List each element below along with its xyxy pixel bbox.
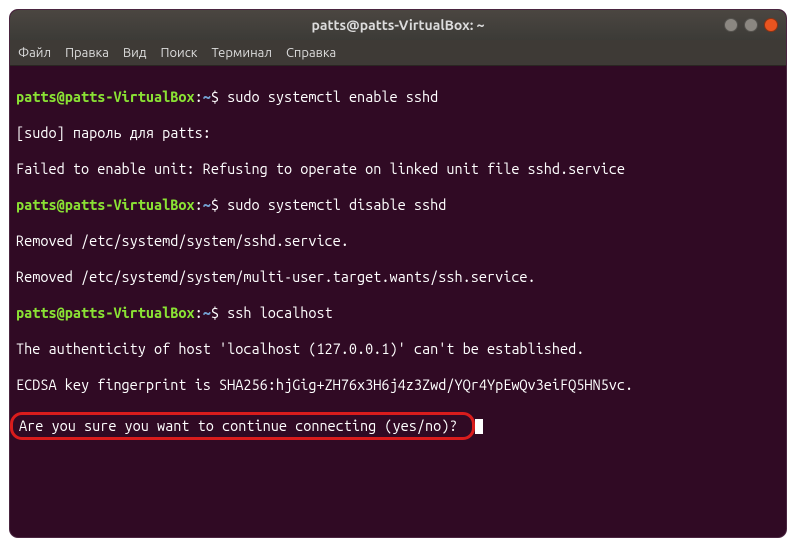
prompt-colon: :: [195, 304, 203, 321]
terminal-output: ECDSA key fingerprint is SHA256:hjGig+ZH…: [16, 376, 780, 394]
prompt-dollar: $: [211, 196, 227, 213]
minimize-button[interactable]: [724, 18, 738, 32]
command-text: ssh localhost: [227, 304, 333, 321]
terminal-output: [sudo] пароль для patts:: [16, 124, 780, 142]
terminal-line: patts@patts-VirtualBox:~$ sudo systemctl…: [16, 88, 780, 106]
menu-help[interactable]: Справка: [286, 46, 336, 60]
menu-terminal[interactable]: Терминал: [211, 46, 271, 60]
menubar: Файл Правка Вид Поиск Терминал Справка: [10, 40, 786, 66]
command-text: sudo systemctl disable sshd: [227, 196, 446, 213]
prompt-userhost: patts@patts-VirtualBox: [16, 304, 195, 321]
menu-file[interactable]: Файл: [18, 46, 51, 60]
prompt-colon: :: [195, 196, 203, 213]
prompt-dollar: $: [211, 88, 227, 105]
terminal-prompt-question: Are you sure you want to continue connec…: [19, 417, 466, 434]
terminal-line: patts@patts-VirtualBox:~$ ssh localhost: [16, 304, 780, 322]
menu-view[interactable]: Вид: [123, 46, 147, 60]
terminal-window: patts@patts-VirtualBox: ~ Файл Правка Ви…: [10, 10, 786, 537]
terminal-output: Removed /etc/systemd/system/sshd.service…: [16, 232, 780, 250]
terminal-output: Removed /etc/systemd/system/multi-user.t…: [16, 268, 780, 286]
close-button[interactable]: [764, 18, 778, 32]
prompt-colon: :: [195, 88, 203, 105]
prompt-path: ~: [203, 88, 211, 105]
terminal-line: patts@patts-VirtualBox:~$ sudo systemctl…: [16, 196, 780, 214]
window-title: patts@patts-VirtualBox: ~: [312, 17, 485, 33]
titlebar: patts@patts-VirtualBox: ~: [10, 10, 786, 40]
prompt-userhost: patts@patts-VirtualBox: [16, 88, 195, 105]
terminal-line-highlighted: Are you sure you want to continue connec…: [16, 412, 780, 440]
terminal-output: The authenticity of host 'localhost (127…: [16, 340, 780, 358]
prompt-userhost: patts@patts-VirtualBox: [16, 196, 195, 213]
terminal-area[interactable]: patts@patts-VirtualBox:~$ sudo systemctl…: [10, 66, 786, 480]
annotation-highlight: Are you sure you want to continue connec…: [10, 412, 475, 440]
menu-edit[interactable]: Правка: [65, 46, 109, 60]
text-cursor: [475, 419, 483, 434]
prompt-path: ~: [203, 304, 211, 321]
menu-search[interactable]: Поиск: [160, 46, 197, 60]
prompt-path: ~: [203, 196, 211, 213]
window-controls: [724, 18, 778, 32]
command-text: sudo systemctl enable sshd: [227, 88, 438, 105]
terminal-output: Failed to enable unit: Refusing to opera…: [16, 160, 780, 178]
prompt-dollar: $: [211, 304, 227, 321]
maximize-button[interactable]: [744, 18, 758, 32]
